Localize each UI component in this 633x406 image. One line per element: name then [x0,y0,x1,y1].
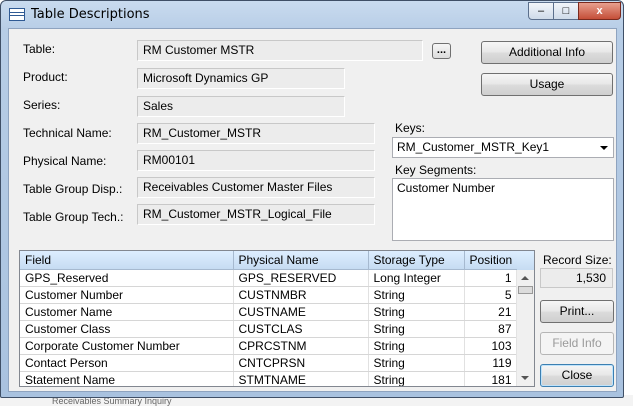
cell-field: Customer Class [20,320,234,338]
table-group-tech-field: RM_Customer_MSTR_Logical_File [137,204,375,225]
table-row[interactable]: Statement Name STMTNAME String 181 [20,371,518,386]
table-lookup-button[interactable]: ... [432,43,451,59]
chevron-down-icon [600,146,608,150]
key-segment-item[interactable]: Customer Number [397,181,609,195]
technical-name-label: Technical Name: [23,126,112,140]
product-label: Product: [23,70,68,84]
key-segments-list[interactable]: Customer Number [392,178,614,241]
cell-field: Customer Number [20,286,234,304]
maximize-button[interactable]: □ [553,2,579,20]
series-field: Sales [137,96,345,117]
table-row[interactable]: Corporate Customer Number CPRCSTNM Strin… [20,337,518,355]
minimize-button[interactable]: – [528,2,554,20]
scroll-up-icon[interactable] [521,276,529,280]
cell-physical-name: GPS_RESERVED [233,269,369,287]
table-row[interactable]: Customer Class CUSTCLAS String 87 [20,320,518,338]
table-group-disp-field: Receivables Customer Master Files [137,177,375,198]
cell-physical-name: CUSTNMBR [233,286,369,304]
table-row[interactable]: Customer Number CUSTNMBR String 5 [20,286,518,304]
record-size-field: 1,530 [540,268,613,288]
cell-storage-type: String [368,286,465,304]
table-group-tech-label: Table Group Tech.: [23,210,124,224]
cell-position: 87 [464,320,518,338]
cell-field: Customer Name [20,303,234,321]
scroll-thumb[interactable] [518,286,533,294]
physical-name-field: RM00101 [137,150,375,171]
table-field: RM Customer MSTR [137,40,423,61]
cell-field: GPS_Reserved [20,269,234,287]
cell-storage-type: String [368,337,465,355]
window-title: Table Descriptions [31,7,150,22]
table-row[interactable]: Contact Person CNTCPRSN String 119 [20,354,518,372]
usage-button[interactable]: Usage [481,73,613,96]
cell-physical-name: STMTNAME [233,371,369,386]
fields-grid[interactable]: Field Physical Name Storage Type Positio… [19,250,535,387]
cell-physical-name: CUSTCLAS [233,320,369,338]
keys-selected-value: RM_Customer_MSTR_Key1 [397,140,550,154]
print-button[interactable]: Print... [540,300,614,323]
cell-storage-type: String [368,371,465,386]
additional-info-button[interactable]: Additional Info [481,41,613,64]
cell-field: Contact Person [20,354,234,372]
grid-vertical-scrollbar[interactable] [516,270,534,386]
cell-position: 21 [464,303,518,321]
column-header-field[interactable]: Field [20,251,234,270]
table-group-disp-label: Table Group Disp.: [23,182,123,196]
cell-position: 181 [464,371,518,386]
field-info-button: Field Info [540,332,614,355]
series-label: Series: [23,98,61,112]
physical-name-label: Physical Name: [23,154,107,168]
window-app-icon [9,8,25,21]
column-header-position[interactable]: Position [464,251,518,270]
table-row[interactable]: Customer Name CUSTNAME String 21 [20,303,518,321]
table-row[interactable]: GPS_Reserved GPS_RESERVED Long Integer 1 [20,269,518,287]
keys-label: Keys: [395,121,426,135]
table-descriptions-window: Table Descriptions – □ x Table: RM Custo… [0,0,624,398]
column-header-physical-name[interactable]: Physical Name [233,251,369,270]
key-segments-label: Key Segments: [395,163,477,177]
cell-physical-name: CNTCPRSN [233,354,369,372]
cell-physical-name: CUSTNAME [233,303,369,321]
cell-position: 5 [464,286,518,304]
record-size-label: Record Size: [543,253,612,267]
grid-header-corner [517,251,534,271]
title-bar[interactable]: Table Descriptions – □ x [1,1,623,28]
cell-field: Corporate Customer Number [20,337,234,355]
scroll-down-icon[interactable] [521,376,529,380]
product-field: Microsoft Dynamics GP [137,68,345,89]
cell-position: 103 [464,337,518,355]
cell-position: 1 [464,269,518,287]
cell-field: Statement Name [20,371,234,386]
column-header-storage-type[interactable]: Storage Type [368,251,465,270]
technical-name-field: RM_Customer_MSTR [137,123,375,144]
table-label: Table: [23,42,56,56]
cell-storage-type: String [368,320,465,338]
keys-dropdown[interactable]: RM_Customer_MSTR_Key1 [392,137,614,158]
cell-storage-type: String [368,303,465,321]
cell-storage-type: String [368,354,465,372]
cell-position: 119 [464,354,518,372]
close-window-button[interactable]: x [578,2,621,20]
cell-storage-type: Long Integer [368,269,465,287]
cell-physical-name: CPRCSTNM [233,337,369,355]
close-button[interactable]: Close [540,364,614,387]
